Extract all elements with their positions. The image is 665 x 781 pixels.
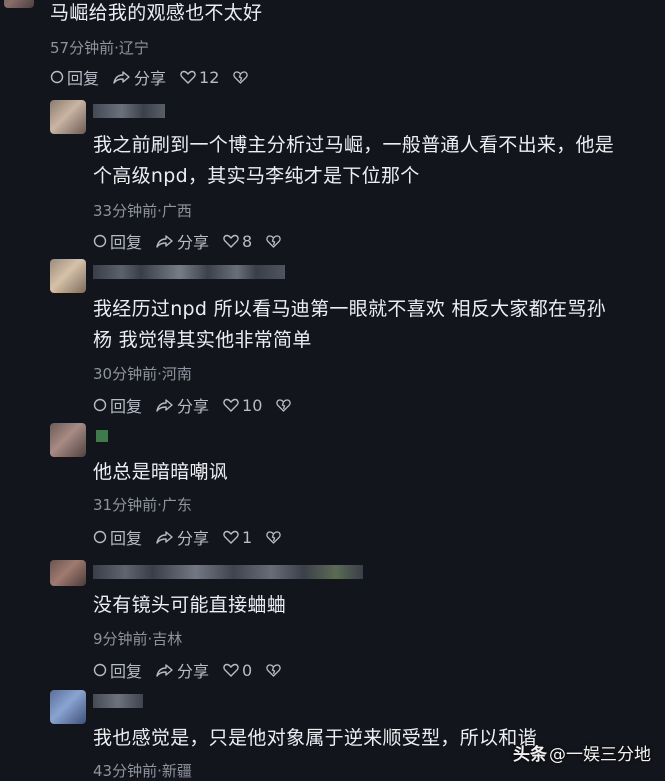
like-icon — [223, 398, 239, 412]
reply-icon — [50, 70, 64, 84]
reply-button[interactable]: 回复 — [50, 65, 99, 89]
avatar[interactable] — [4, 0, 34, 8]
reply-button[interactable]: 回复 — [93, 658, 142, 682]
watermark-handle: @一娱三分地 — [549, 745, 651, 765]
reply-icon — [93, 663, 107, 677]
reply-icon — [93, 234, 107, 248]
username-blurred[interactable] — [93, 694, 143, 708]
share-button[interactable]: 分享 — [156, 229, 209, 253]
dislike-icon — [276, 399, 292, 412]
dislike-button[interactable] — [233, 70, 251, 84]
comment-time-location: 30分钟前·河南 — [93, 365, 192, 383]
like-icon — [223, 663, 239, 677]
avatar[interactable] — [50, 100, 86, 134]
like-count: 8 — [242, 231, 253, 251]
like-count: 12 — [199, 67, 220, 87]
reply-button[interactable]: 回复 — [93, 393, 142, 417]
comment-actions: 回复 分享 12 — [50, 65, 251, 89]
reply-icon — [93, 398, 107, 412]
like-button[interactable]: 0 — [223, 661, 252, 680]
comment-text: 杨 我觉得其实他非常简单 — [93, 329, 312, 351]
reply-button[interactable]: 回复 — [93, 229, 142, 253]
comment-time-location: 33分钟前·广西 — [93, 202, 192, 220]
username-blurred[interactable] — [93, 565, 363, 579]
like-count: 1 — [242, 527, 253, 547]
dislike-button[interactable] — [266, 530, 284, 544]
comment-time-location: 57分钟前·辽宁 — [50, 39, 149, 57]
like-count: 0 — [242, 660, 253, 680]
share-icon — [156, 399, 173, 412]
dislike-button[interactable] — [266, 663, 284, 677]
dislike-icon — [233, 71, 249, 84]
comment-text: 个高级npd，其实马李纯才是下位那个 — [93, 165, 420, 187]
comment-time-location: 31分钟前·广东 — [93, 496, 192, 514]
comment-text: 没有镜头可能直接蛐蛐 — [93, 594, 287, 616]
comment-text: 马崛给我的观感也不太好 — [50, 2, 263, 24]
comment-text: 我也感觉是，只是他对象属于逆来顺受型，所以和谐 — [93, 727, 537, 749]
comment-actions: 回复 分享 10 — [93, 393, 294, 417]
comment-text: 他总是暗暗嘲讽 — [93, 461, 229, 483]
dislike-icon — [266, 531, 281, 544]
like-button[interactable]: 1 — [223, 528, 252, 547]
comment-actions: 回复 分享 1 — [93, 525, 284, 549]
like-button[interactable]: 10 — [223, 396, 262, 415]
comment-text: 我经历过npd 所以看马迪第一眼就不喜欢 相反大家都在骂孙 — [93, 298, 606, 320]
dislike-button[interactable] — [266, 234, 284, 248]
dislike-button[interactable] — [276, 398, 294, 412]
watermark-brand: 头条 — [513, 745, 547, 765]
comment-text: 我之前刷到一个博主分析过马崛，一般普通人看不出来，他是 — [93, 134, 615, 156]
reply-icon — [93, 530, 107, 544]
watermark: 头条 @一娱三分地 — [513, 740, 651, 765]
share-button[interactable]: 分享 — [156, 658, 209, 682]
share-icon — [113, 71, 130, 84]
like-button[interactable]: 12 — [180, 68, 219, 87]
username-blurred[interactable] — [96, 430, 108, 442]
avatar[interactable] — [50, 560, 86, 586]
reply-button[interactable]: 回复 — [93, 525, 142, 549]
avatar[interactable] — [50, 690, 86, 724]
share-button[interactable]: 分享 — [113, 65, 166, 89]
share-icon — [156, 531, 173, 544]
comment-time-location: 43分钟前·新疆 — [93, 762, 192, 780]
comment-actions: 回复 分享 0 — [93, 658, 284, 682]
username-blurred[interactable] — [93, 265, 285, 279]
like-button[interactable]: 8 — [223, 232, 252, 251]
like-icon — [180, 70, 196, 84]
share-icon — [156, 235, 173, 248]
dislike-icon — [266, 664, 281, 677]
like-icon — [223, 234, 239, 248]
comment-time-location: 9分钟前·吉林 — [93, 630, 183, 648]
like-icon — [223, 530, 239, 544]
comment-actions: 回复 分享 8 — [93, 229, 284, 253]
share-button[interactable]: 分享 — [156, 525, 209, 549]
share-button[interactable]: 分享 — [156, 393, 209, 417]
avatar[interactable] — [50, 423, 86, 457]
share-icon — [156, 664, 173, 677]
like-count: 10 — [242, 395, 263, 415]
avatar[interactable] — [50, 259, 86, 293]
username-blurred[interactable] — [93, 104, 165, 118]
dislike-icon — [266, 235, 281, 248]
